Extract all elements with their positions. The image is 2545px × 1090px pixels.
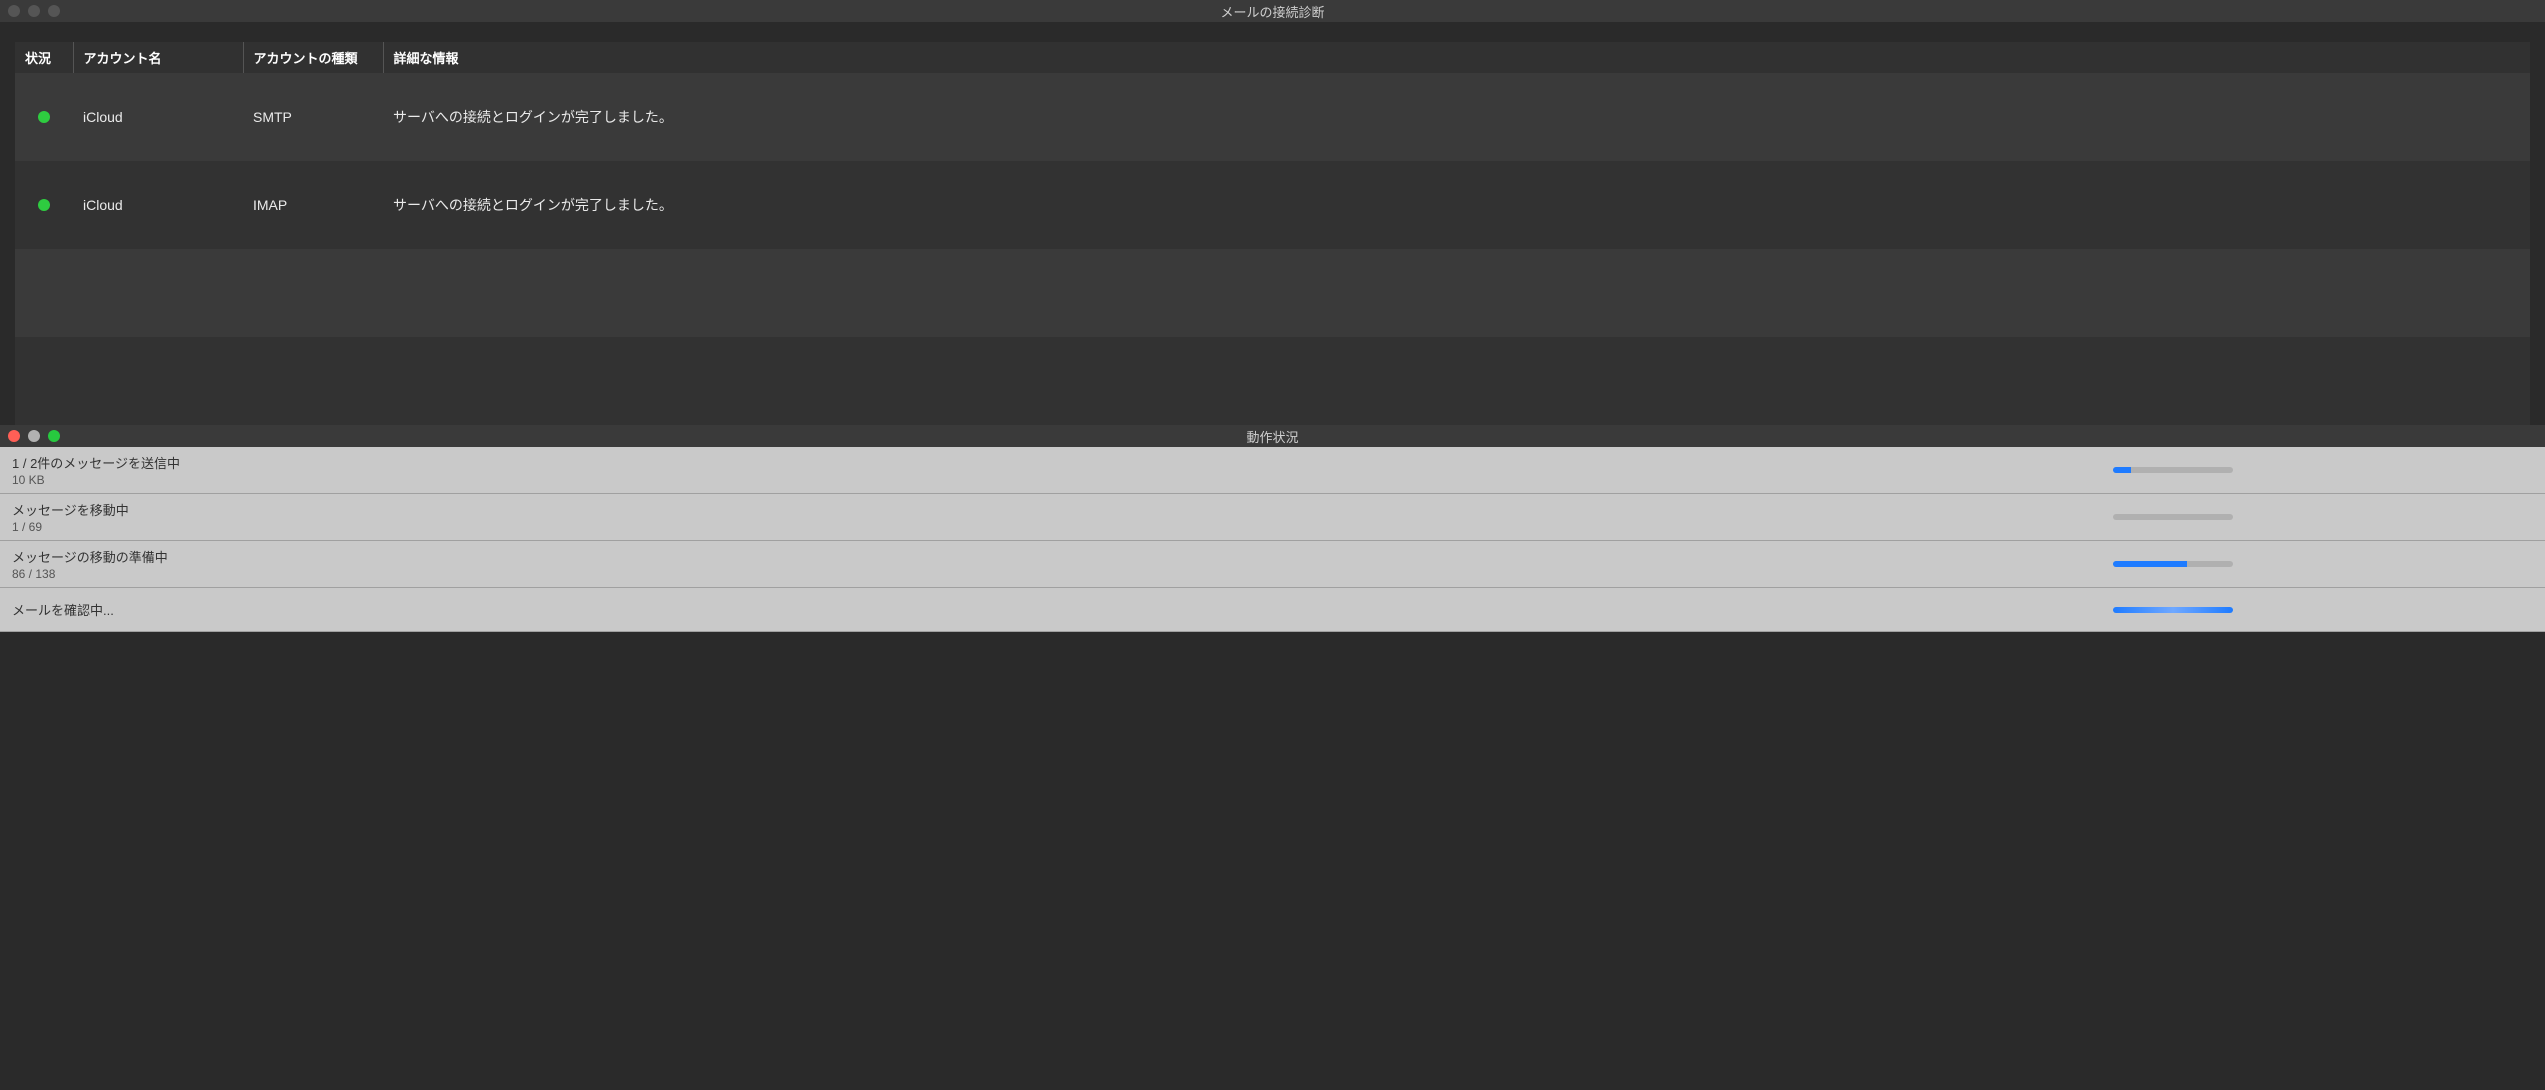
activity-title: メッセージの移動の準備中 (12, 547, 2113, 566)
progress-fill (2113, 561, 2187, 567)
window-minimize-button[interactable] (28, 430, 40, 442)
window-minimize-button[interactable] (28, 5, 40, 17)
column-header-type[interactable]: アカウントの種類 (243, 42, 383, 73)
diagnostics-window-title: メールの接続診断 (0, 2, 2545, 21)
cell-type: SMTP (243, 73, 383, 161)
activity-window: 動作状況 1 / 2件のメッセージを送信中 10 KB メッセージを移動中 1 … (0, 425, 2545, 632)
activity-titlebar[interactable]: 動作状況 (0, 425, 2545, 447)
progress-bar (2113, 607, 2233, 613)
progress-fill-indeterminate (2113, 607, 2233, 613)
progress-bar (2113, 514, 2233, 520)
accounts-table: 状況 アカウント名 アカウントの種類 詳細な情報 iCloud SMTP サーバ… (15, 42, 2530, 425)
activity-row: メッセージの移動の準備中 86 / 138 (0, 541, 2545, 588)
column-header-account[interactable]: アカウント名 (73, 42, 243, 73)
activity-title: 1 / 2件のメッセージを送信中 (12, 453, 2113, 472)
table-row[interactable]: iCloud SMTP サーバへの接続とログインが完了しました。 (15, 73, 2530, 161)
column-header-details[interactable]: 詳細な情報 (383, 42, 2530, 73)
activity-row: メールを確認中... (0, 588, 2545, 632)
diagnostics-body: 状況 アカウント名 アカウントの種類 詳細な情報 iCloud SMTP サーバ… (0, 22, 2545, 425)
activity-title: メールを確認中... (12, 600, 2113, 619)
traffic-lights (0, 430, 60, 442)
window-zoom-button[interactable] (48, 430, 60, 442)
table-header-row: 状況 アカウント名 アカウントの種類 詳細な情報 (15, 42, 2530, 73)
status-dot-icon (38, 111, 50, 123)
status-dot-icon (38, 199, 50, 211)
table-row[interactable]: iCloud IMAP サーバへの接続とログインが完了しました。 (15, 161, 2530, 249)
table-row-empty (15, 249, 2530, 337)
progress-fill (2113, 467, 2131, 473)
cell-details: サーバへの接続とログインが完了しました。 (383, 73, 2530, 161)
activity-row: メッセージを移動中 1 / 69 (0, 494, 2545, 541)
activity-window-title: 動作状況 (0, 427, 2545, 446)
cell-type: IMAP (243, 161, 383, 249)
window-zoom-button[interactable] (48, 5, 60, 17)
activity-row: 1 / 2件のメッセージを送信中 10 KB (0, 447, 2545, 494)
activity-subtitle: 10 KB (12, 473, 2113, 487)
activity-subtitle: 86 / 138 (12, 567, 2113, 581)
cell-account: iCloud (73, 161, 243, 249)
progress-bar (2113, 467, 2233, 473)
cell-details: サーバへの接続とログインが完了しました。 (383, 161, 2530, 249)
traffic-lights (0, 5, 60, 17)
activity-subtitle: 1 / 69 (12, 520, 2113, 534)
connection-diagnostics-window: メールの接続診断 状況 アカウント名 アカウントの種類 詳細な情報 iCloud… (0, 0, 2545, 425)
activity-title: メッセージを移動中 (12, 500, 2113, 519)
activity-body: 1 / 2件のメッセージを送信中 10 KB メッセージを移動中 1 / 69 (0, 447, 2545, 632)
cell-account: iCloud (73, 73, 243, 161)
column-header-status[interactable]: 状況 (15, 42, 73, 73)
diagnostics-titlebar[interactable]: メールの接続診断 (0, 0, 2545, 22)
progress-bar (2113, 561, 2233, 567)
window-close-button[interactable] (8, 430, 20, 442)
window-close-button[interactable] (8, 5, 20, 17)
table-row-empty (15, 337, 2530, 425)
